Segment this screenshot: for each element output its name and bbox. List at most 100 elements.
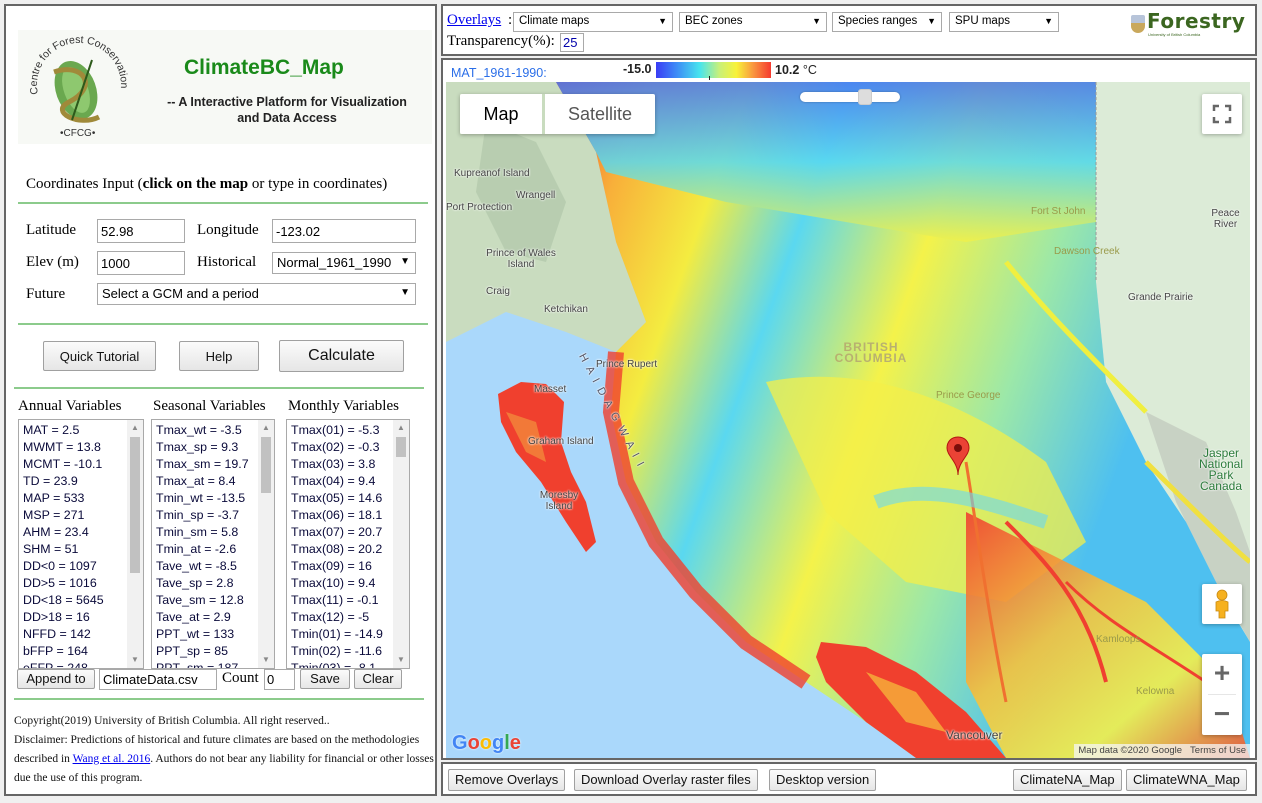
- variable-item[interactable]: MCMT = -10.1: [23, 456, 143, 473]
- climatewna-map-button[interactable]: ClimateWNA_Map: [1126, 769, 1247, 791]
- download-raster-button[interactable]: Download Overlay raster files: [574, 769, 758, 791]
- variable-item[interactable]: Tmax(06) = 18.1: [291, 507, 409, 524]
- map-type-satellite-button[interactable]: Satellite: [545, 94, 655, 134]
- scroll-up-icon[interactable]: ▲: [258, 420, 274, 436]
- quick-tutorial-button[interactable]: Quick Tutorial: [43, 341, 156, 371]
- variable-item[interactable]: DD<0 = 1097: [23, 558, 143, 575]
- scroll-down-icon[interactable]: ▼: [258, 652, 274, 668]
- variable-item[interactable]: SHM = 51: [23, 541, 143, 558]
- overlay-opacity-slider[interactable]: [800, 89, 900, 105]
- variable-item[interactable]: Tmax(05) = 14.6: [291, 490, 409, 507]
- variable-item[interactable]: Tmax(02) = -0.3: [291, 439, 409, 456]
- future-select[interactable]: Select a GCM and a period ▼: [97, 283, 416, 305]
- remove-overlays-button[interactable]: Remove Overlays: [448, 769, 566, 791]
- count-input[interactable]: [264, 669, 295, 690]
- variable-item[interactable]: Tmin(02) = -11.6: [291, 643, 409, 660]
- scrollbar[interactable]: ▲ ▼: [393, 420, 409, 668]
- wang-2016-link[interactable]: Wang et al. 2016: [73, 753, 151, 765]
- variable-item[interactable]: Tmax_sm = 19.7: [156, 456, 274, 473]
- scroll-up-icon[interactable]: ▲: [393, 420, 409, 436]
- filename-input[interactable]: [99, 669, 217, 690]
- scroll-thumb[interactable]: [396, 437, 406, 457]
- overlays-link[interactable]: Overlays: [447, 12, 501, 29]
- variable-item[interactable]: PPT_wt = 133: [156, 626, 274, 643]
- variable-item[interactable]: MAP = 533: [23, 490, 143, 507]
- longitude-input[interactable]: [272, 219, 416, 243]
- variable-item[interactable]: MAT = 2.5: [23, 422, 143, 439]
- map-label-vancouver: Vancouver: [946, 728, 1003, 742]
- variable-item[interactable]: Tmin(03) = -8.1: [291, 660, 409, 668]
- elevation-input[interactable]: [97, 251, 185, 275]
- variable-item[interactable]: Tmin_wt = -13.5: [156, 490, 274, 507]
- longitude-label: Longitude: [197, 222, 259, 238]
- species-ranges-select[interactable]: Species ranges ▼: [832, 12, 942, 32]
- scroll-down-icon[interactable]: ▼: [127, 652, 143, 668]
- scrollbar[interactable]: ▲ ▼: [127, 420, 143, 668]
- scroll-up-icon[interactable]: ▲: [127, 420, 143, 436]
- climatena-map-button[interactable]: ClimateNA_Map: [1013, 769, 1122, 791]
- map-label-prince-george: Prince George: [936, 390, 1001, 401]
- zoom-out-button[interactable]: −: [1202, 695, 1242, 735]
- variable-item[interactable]: Tmax(01) = -5.3: [291, 422, 409, 439]
- historical-select[interactable]: Normal_1961_1990 ▼: [272, 252, 416, 274]
- variable-item[interactable]: Tmax(03) = 3.8: [291, 456, 409, 473]
- variable-item[interactable]: Tmin(01) = -14.9: [291, 626, 409, 643]
- terms-of-use-link[interactable]: Terms of Use: [1190, 745, 1246, 757]
- variable-item[interactable]: DD>5 = 1016: [23, 575, 143, 592]
- variable-item[interactable]: Tmax_at = 8.4: [156, 473, 274, 490]
- variable-item[interactable]: NFFD = 142: [23, 626, 143, 643]
- desktop-version-button[interactable]: Desktop version: [769, 769, 877, 791]
- variable-item[interactable]: Tmax_wt = -3.5: [156, 422, 274, 439]
- spu-maps-select[interactable]: SPU maps ▼: [949, 12, 1059, 32]
- variable-item[interactable]: Tmax(11) = -0.1: [291, 592, 409, 609]
- variable-item[interactable]: Tave_wt = -8.5: [156, 558, 274, 575]
- scroll-down-icon[interactable]: ▼: [393, 652, 409, 668]
- variable-item[interactable]: AHM = 23.4: [23, 524, 143, 541]
- opacity-slider-thumb[interactable]: [857, 89, 872, 105]
- append-to-button[interactable]: Append to: [17, 669, 95, 689]
- variable-item[interactable]: Tmax(09) = 16: [291, 558, 409, 575]
- variable-item[interactable]: Tmax(12) = -5: [291, 609, 409, 626]
- variable-item[interactable]: Tmax(07) = 20.7: [291, 524, 409, 541]
- map-canvas[interactable]: Kupreanof Island Wrangell Port Protectio…: [446, 82, 1250, 758]
- scrollbar[interactable]: ▲ ▼: [258, 420, 274, 668]
- latitude-input[interactable]: [97, 219, 185, 243]
- variable-item[interactable]: Tmax_sp = 9.3: [156, 439, 274, 456]
- variable-item[interactable]: PPT_sp = 85: [156, 643, 274, 660]
- monthly-variables-list[interactable]: Tmax(01) = -5.3 Tmax(02) = -0.3 Tmax(03) =…: [286, 419, 410, 669]
- save-button[interactable]: Save: [300, 669, 350, 689]
- scroll-thumb[interactable]: [130, 437, 140, 573]
- variable-item[interactable]: Tmax(08) = 20.2: [291, 541, 409, 558]
- location-marker-icon[interactable]: [946, 436, 970, 476]
- calculate-button[interactable]: Calculate: [279, 340, 404, 372]
- variable-item[interactable]: Tave_sp = 2.8: [156, 575, 274, 592]
- variable-item[interactable]: Tmax(04) = 9.4: [291, 473, 409, 490]
- street-view-button[interactable]: [1202, 584, 1242, 624]
- fullscreen-button[interactable]: [1202, 94, 1242, 134]
- variable-item[interactable]: Tmin_at = -2.6: [156, 541, 274, 558]
- variable-item[interactable]: PPT_sm = 187: [156, 660, 274, 668]
- variable-item[interactable]: MSP = 271: [23, 507, 143, 524]
- variable-item[interactable]: Tmin_sm = 5.8: [156, 524, 274, 541]
- variable-item[interactable]: Tmax(10) = 9.4: [291, 575, 409, 592]
- map-type-map-button[interactable]: Map: [460, 94, 542, 134]
- help-button[interactable]: Help: [179, 341, 259, 371]
- map-label-graham-island: Graham Island: [528, 436, 594, 447]
- bec-zones-select[interactable]: BEC zones ▼: [679, 12, 827, 32]
- variable-item[interactable]: TD = 23.9: [23, 473, 143, 490]
- variable-item[interactable]: Tave_at = 2.9: [156, 609, 274, 626]
- variable-item[interactable]: eFFP = 248: [23, 660, 143, 668]
- seasonal-variables-list[interactable]: Tmax_wt = -3.5 Tmax_sp = 9.3 Tmax_sm = 19.…: [151, 419, 275, 669]
- variable-item[interactable]: bFFP = 164: [23, 643, 143, 660]
- climate-maps-select[interactable]: Climate maps ▼: [513, 12, 673, 32]
- transparency-input[interactable]: [560, 33, 584, 52]
- variable-item[interactable]: DD<18 = 5645: [23, 592, 143, 609]
- scroll-thumb[interactable]: [261, 437, 271, 493]
- annual-variables-list[interactable]: MAT = 2.5 MWMT = 13.8 MCMT = -10.1 TD = 23.…: [18, 419, 144, 669]
- zoom-in-button[interactable]: +: [1202, 654, 1242, 694]
- clear-button[interactable]: Clear: [354, 669, 402, 689]
- variable-item[interactable]: MWMT = 13.8: [23, 439, 143, 456]
- variable-item[interactable]: Tmin_sp = -3.7: [156, 507, 274, 524]
- variable-item[interactable]: DD>18 = 16: [23, 609, 143, 626]
- variable-item[interactable]: Tave_sm = 12.8: [156, 592, 274, 609]
